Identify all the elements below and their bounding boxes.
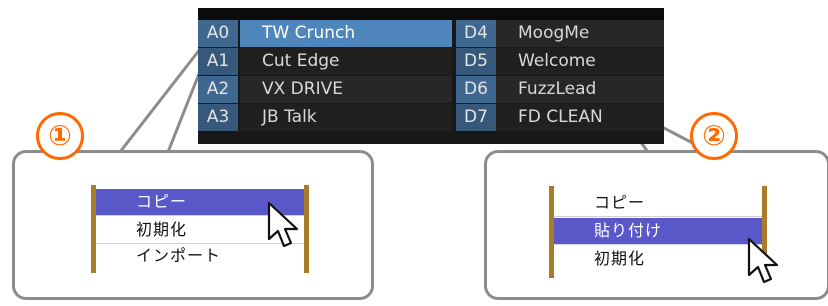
menu-item-copy[interactable]: コピー bbox=[554, 190, 762, 216]
preset-row[interactable]: A2 VX DRIVE D6 FuzzLead bbox=[198, 76, 664, 103]
preset-name[interactable]: MoogMe bbox=[496, 20, 664, 47]
menu-item-paste[interactable]: 貼り付け bbox=[554, 218, 762, 244]
preset-name[interactable]: Welcome bbox=[496, 48, 664, 75]
preset-name[interactable]: FuzzLead bbox=[496, 76, 664, 103]
mouse-pointer-icon bbox=[267, 201, 299, 248]
preset-row[interactable]: A3 JB Talk D7 FD CLEAN bbox=[198, 104, 664, 131]
preset-id: A0 bbox=[198, 20, 238, 47]
step-1-badge: ① bbox=[36, 112, 84, 160]
callout-1: コピー 初期化 インポート bbox=[12, 150, 374, 300]
preset-id: D4 bbox=[456, 20, 496, 47]
mouse-pointer-icon bbox=[747, 237, 779, 284]
menu-edge bbox=[304, 185, 309, 273]
preset-row[interactable]: A1 Cut Edge D5 Welcome bbox=[198, 48, 664, 75]
preset-list: A0 TW Crunch D4 MoogMe A1 Cut Edge D5 We… bbox=[198, 8, 664, 144]
menu-item-initialize[interactable]: 初期化 bbox=[554, 246, 762, 272]
menu-separator bbox=[554, 244, 762, 245]
preset-name[interactable]: VX DRIVE bbox=[240, 76, 452, 103]
preset-id: D7 bbox=[456, 104, 496, 131]
preset-name[interactable]: JB Talk bbox=[240, 104, 452, 131]
callout-2: コピー 貼り付け 初期化 bbox=[484, 150, 828, 300]
preset-id: D5 bbox=[456, 48, 496, 75]
preset-id: D6 bbox=[456, 76, 496, 103]
preset-id: A3 bbox=[198, 104, 238, 131]
step-2-badge: ② bbox=[690, 112, 738, 160]
preset-name-selected[interactable]: TW Crunch bbox=[240, 20, 452, 47]
list-header-bar bbox=[198, 8, 664, 20]
menu-separator bbox=[554, 216, 762, 217]
preset-row[interactable]: A0 TW Crunch D4 MoogMe bbox=[198, 20, 664, 47]
preset-id: A1 bbox=[198, 48, 238, 75]
preset-name[interactable]: FD CLEAN bbox=[496, 104, 664, 131]
preset-name[interactable]: Cut Edge bbox=[240, 48, 452, 75]
context-menu-2: コピー 貼り付け 初期化 bbox=[549, 186, 767, 278]
preset-id: A2 bbox=[198, 76, 238, 103]
